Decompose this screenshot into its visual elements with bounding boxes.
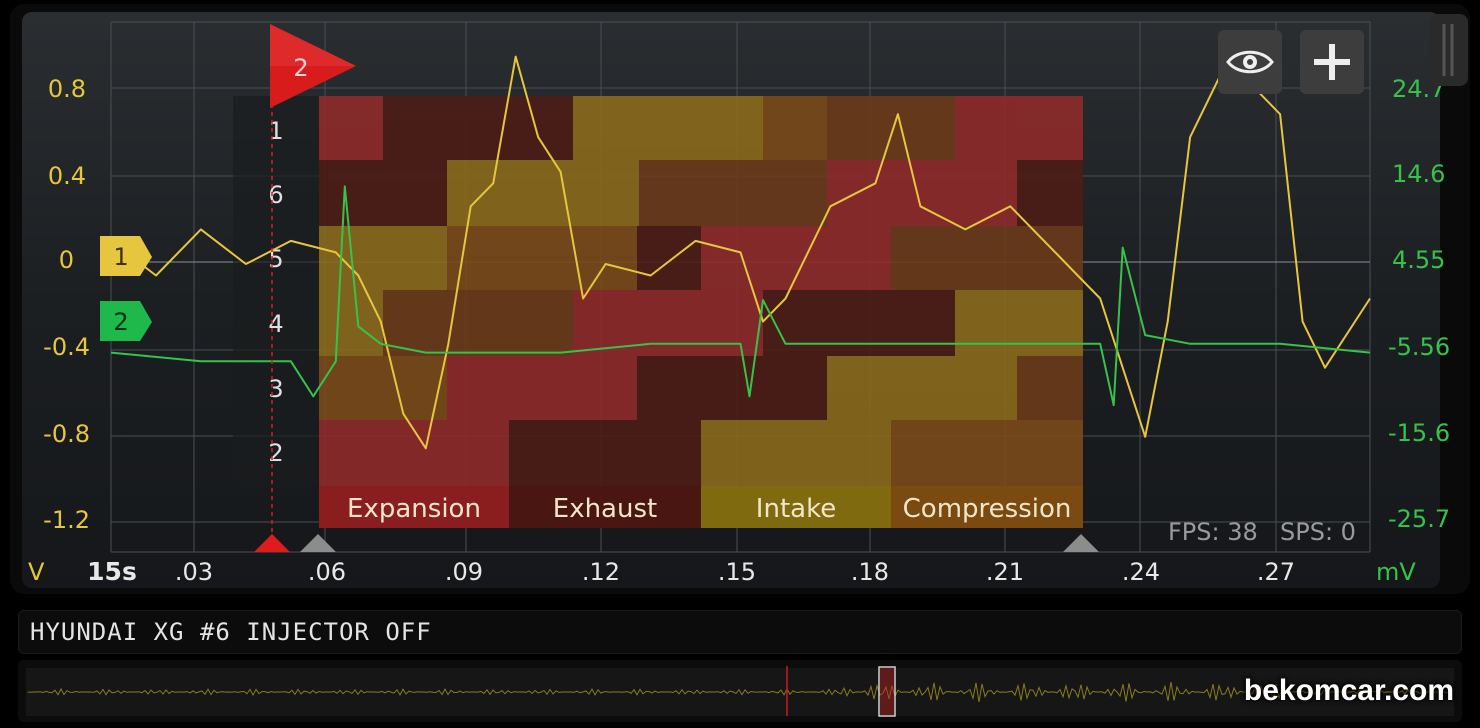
left-axis-unit: V: [28, 558, 45, 586]
right-axis-tick: -25.7: [1388, 505, 1450, 533]
x-axis-tick: .09: [445, 558, 483, 586]
x-axis-tick: .21: [986, 558, 1024, 586]
cylinder-label: 3: [268, 375, 283, 403]
left-axis-tick: -0.8: [43, 420, 90, 448]
eye-icon: [1226, 50, 1274, 74]
watermark: bekomcar.com: [1243, 674, 1454, 707]
channel-marker-1-label: 1: [113, 243, 128, 271]
plus-icon: [1314, 44, 1350, 80]
x-axis-tick: .27: [1257, 558, 1295, 586]
timebase-label[interactable]: 15s: [87, 557, 137, 586]
right-axis-tick: -15.6: [1388, 419, 1450, 447]
cylinder-column: [233, 96, 319, 484]
screen-title-bar: HYUNDAI XG #6 INJECTOR OFF: [18, 610, 1462, 654]
cylinder-label: 4: [268, 310, 283, 338]
x-axis-tick: .24: [1122, 558, 1160, 586]
left-axis-tick: -1.2: [43, 506, 90, 534]
stroke-label-compression: Compression: [903, 494, 1072, 524]
cylinder-label: 6: [268, 181, 283, 209]
screen-title: HYUNDAI XG #6 INJECTOR OFF: [30, 618, 432, 646]
stroke-label-expansion: Expansion: [347, 494, 481, 524]
right-axis-tick: -5.56: [1388, 333, 1450, 361]
cylinder-label: 1: [268, 117, 283, 145]
x-axis-tick: .03: [175, 558, 213, 586]
channel-marker-2-label: 2: [113, 308, 128, 336]
firing-order-heatmap: [319, 96, 1083, 486]
fps-readout: FPS: 38: [1168, 518, 1258, 546]
left-axis-tick: 0: [59, 246, 74, 274]
right-axis-tick: 4.55: [1392, 246, 1445, 274]
sps-readout: SPS: 0: [1280, 518, 1356, 546]
x-axis-tick: .06: [308, 558, 346, 586]
cylinder-label: 2: [268, 439, 283, 467]
visibility-button[interactable]: [1218, 30, 1282, 94]
right-axis-unit: mV: [1376, 558, 1416, 586]
panel-handle[interactable]: [1430, 14, 1468, 86]
stroke-label-intake: Intake: [756, 494, 836, 524]
x-axis-tick: .15: [718, 558, 756, 586]
left-axis-tick: -0.4: [43, 333, 90, 361]
left-axis-tick: 0.8: [48, 75, 86, 103]
x-axis-tick: .12: [582, 558, 620, 586]
stroke-band: Expansion Exhaust Intake Compression: [319, 486, 1083, 528]
left-axis-tick: 0.4: [48, 162, 86, 190]
right-axis-tick: 14.6: [1392, 160, 1445, 188]
x-axis-tick: .18: [851, 558, 889, 586]
cursor-flag-label: 2: [293, 54, 308, 82]
add-channel-button[interactable]: [1300, 30, 1364, 94]
stroke-label-exhaust: Exhaust: [553, 494, 657, 524]
